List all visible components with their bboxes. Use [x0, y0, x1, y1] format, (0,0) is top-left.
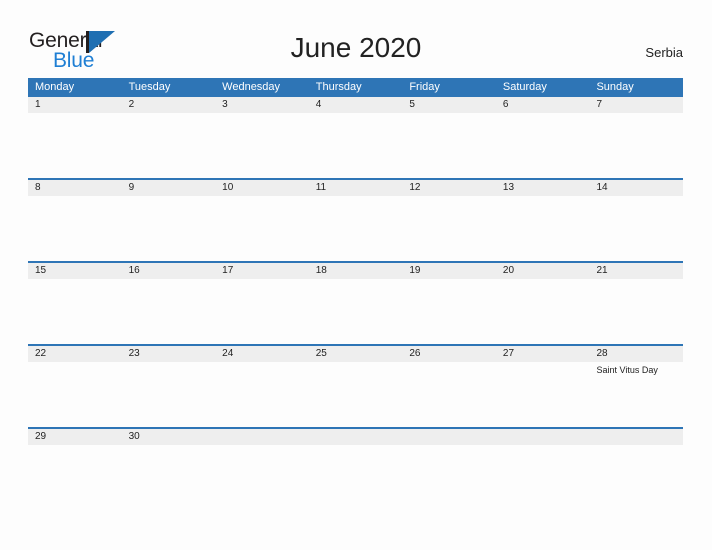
day-cell[interactable]: [122, 113, 216, 178]
day-cell[interactable]: [496, 196, 590, 261]
day-number[interactable]: 13: [496, 180, 590, 196]
day-cell-empty: [309, 429, 403, 445]
day-number[interactable]: 4: [309, 97, 403, 113]
day-number[interactable]: 25: [309, 346, 403, 362]
weekday-header-saturday: Saturday: [502, 81, 547, 93]
weekday-header-friday: Friday: [409, 81, 440, 93]
day-number[interactable]: 27: [496, 346, 590, 362]
day-cell[interactable]: [122, 196, 216, 261]
day-cell[interactable]: [402, 113, 496, 178]
calendar-week-row: 29 30: [28, 427, 683, 465]
day-number[interactable]: 26: [402, 346, 496, 362]
day-cell[interactable]: Saint Vitus Day: [589, 362, 683, 427]
day-cell[interactable]: [309, 279, 403, 344]
day-number[interactable]: 12: [402, 180, 496, 196]
week-date-band: 1 2 3 4 5 6 7: [28, 97, 683, 113]
day-number[interactable]: 8: [28, 180, 122, 196]
day-number[interactable]: 22: [28, 346, 122, 362]
day-number[interactable]: 7: [589, 97, 683, 113]
day-cell[interactable]: [496, 279, 590, 344]
day-number[interactable]: 15: [28, 263, 122, 279]
day-cell[interactable]: [589, 113, 683, 178]
calendar-grid: Monday Tuesday Wednesday Thursday Friday…: [28, 78, 683, 465]
day-cell[interactable]: [122, 362, 216, 427]
calendar-week-row: 15 16 17 18 19 20 21: [28, 261, 683, 344]
day-cell-empty: [309, 445, 403, 465]
day-cell[interactable]: [215, 196, 309, 261]
day-cell[interactable]: [589, 196, 683, 261]
day-number[interactable]: 20: [496, 263, 590, 279]
weekday-header-monday: Monday: [35, 81, 75, 93]
day-cell-empty: [589, 429, 683, 445]
day-cell[interactable]: [215, 113, 309, 178]
week-body-row: [28, 279, 683, 344]
day-cell[interactable]: [309, 362, 403, 427]
day-cell[interactable]: [215, 362, 309, 427]
day-number[interactable]: 28: [589, 346, 683, 362]
day-cell[interactable]: [402, 279, 496, 344]
day-number[interactable]: 6: [496, 97, 590, 113]
country-label: Serbia: [645, 45, 683, 60]
day-cell[interactable]: [28, 113, 122, 178]
day-cell[interactable]: [496, 362, 590, 427]
day-number[interactable]: 3: [215, 97, 309, 113]
week-date-band: 22 23 24 25 26 27 28: [28, 346, 683, 362]
day-cell[interactable]: [402, 196, 496, 261]
day-number[interactable]: 21: [589, 263, 683, 279]
calendar-week-row: 22 23 24 25 26 27 28 Saint Vitus Day: [28, 344, 683, 427]
weekday-header-row: Monday Tuesday Wednesday Thursday Friday…: [28, 78, 683, 97]
day-number[interactable]: 16: [122, 263, 216, 279]
day-cell[interactable]: [309, 196, 403, 261]
day-number[interactable]: 17: [215, 263, 309, 279]
week-date-band: 8 9 10 11 12 13 14: [28, 180, 683, 196]
calendar-week-row: 1 2 3 4 5 6 7: [28, 97, 683, 178]
day-number[interactable]: 9: [122, 180, 216, 196]
calendar-page: General Blue June 2020 Serbia Monday Tue…: [0, 0, 712, 550]
weekday-header-thursday: Thursday: [315, 81, 362, 93]
day-cell[interactable]: [28, 445, 122, 465]
holiday-event-label: Saint Vitus Day: [596, 365, 658, 375]
day-cell[interactable]: [122, 279, 216, 344]
day-number[interactable]: 23: [122, 346, 216, 362]
day-number[interactable]: 1: [28, 97, 122, 113]
day-cell[interactable]: [589, 279, 683, 344]
day-number[interactable]: 18: [309, 263, 403, 279]
week-date-band: 29 30: [28, 429, 683, 445]
week-body-row: Saint Vitus Day: [28, 362, 683, 427]
day-cell-empty: [402, 429, 496, 445]
page-title: June 2020: [290, 32, 422, 63]
day-cell-empty: [215, 445, 309, 465]
day-number[interactable]: 29: [28, 429, 122, 445]
day-cell[interactable]: [402, 362, 496, 427]
weekday-header-tuesday: Tuesday: [128, 81, 171, 93]
day-cell[interactable]: [28, 196, 122, 261]
week-body-row: [28, 113, 683, 178]
week-body-row: [28, 196, 683, 261]
day-number[interactable]: 24: [215, 346, 309, 362]
day-number[interactable]: 14: [589, 180, 683, 196]
day-cell[interactable]: [28, 279, 122, 344]
day-cell[interactable]: [215, 279, 309, 344]
weekday-header-sunday: Sunday: [596, 81, 634, 93]
day-number[interactable]: 19: [402, 263, 496, 279]
day-number[interactable]: 11: [309, 180, 403, 196]
day-cell[interactable]: [28, 362, 122, 427]
day-cell[interactable]: [496, 113, 590, 178]
day-number[interactable]: 10: [215, 180, 309, 196]
week-date-band: 15 16 17 18 19 20 21: [28, 263, 683, 279]
day-cell-empty: [215, 429, 309, 445]
day-number[interactable]: 2: [122, 97, 216, 113]
day-cell-empty: [496, 429, 590, 445]
day-cell-empty: [589, 445, 683, 465]
day-cell-empty: [496, 445, 590, 465]
day-cell[interactable]: [122, 445, 216, 465]
weekday-header-wednesday: Wednesday: [222, 81, 281, 93]
page-header: General Blue June 2020 Serbia: [0, 0, 712, 78]
week-body-row: [28, 445, 683, 465]
calendar-week-row: 8 9 10 11 12 13 14: [28, 178, 683, 261]
day-number[interactable]: 5: [402, 97, 496, 113]
day-cell-empty: [402, 445, 496, 465]
day-cell[interactable]: [309, 113, 403, 178]
day-number[interactable]: 30: [122, 429, 216, 445]
